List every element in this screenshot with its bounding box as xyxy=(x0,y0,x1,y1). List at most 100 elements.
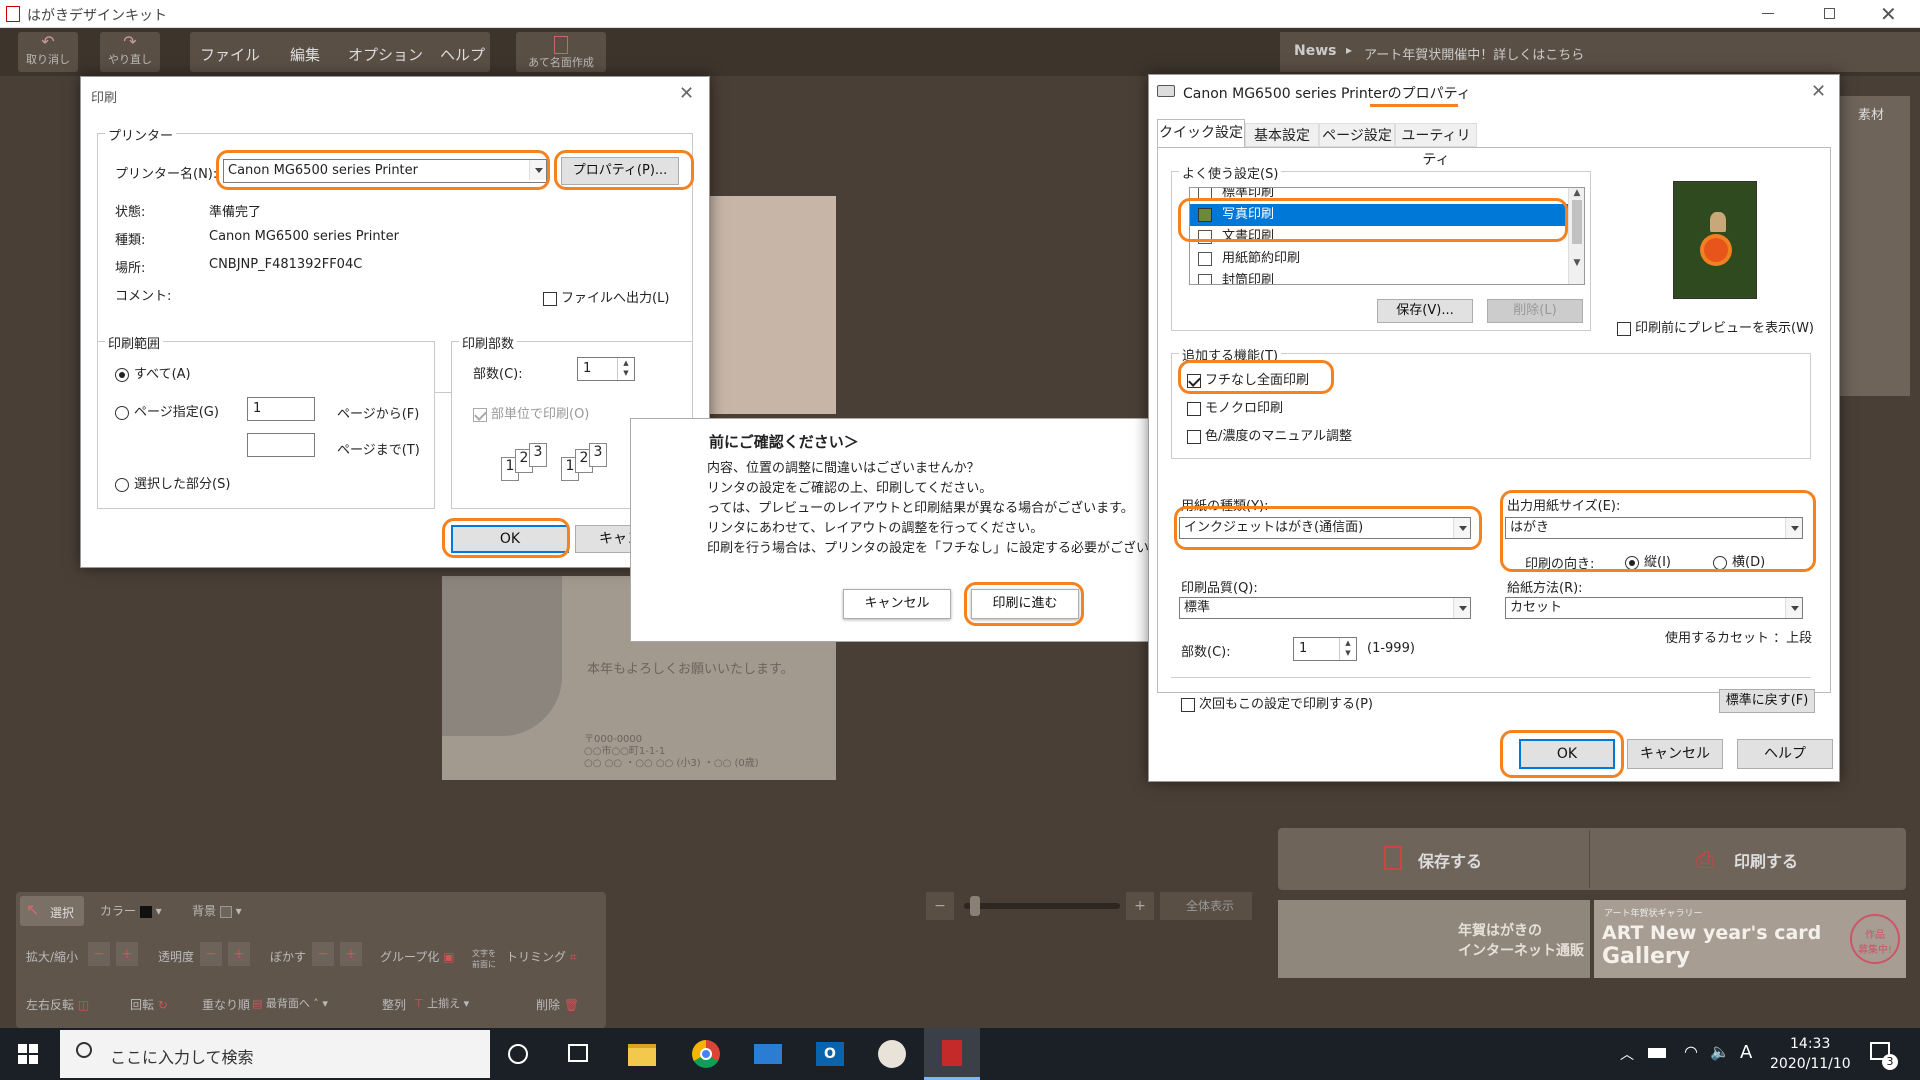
favorites-list[interactable]: 標準印刷 写真印刷 文書印刷 用紙節約印刷 封筒印刷 ▲ ▼ xyxy=(1189,187,1585,285)
scroll-down-icon[interactable]: ▼ xyxy=(1569,258,1584,268)
fit-view-button[interactable]: 全体表示 xyxy=(1160,892,1252,920)
volume-icon[interactable]: 🔈 xyxy=(1710,1042,1730,1061)
scroll-up-icon[interactable]: ▲ xyxy=(1569,188,1584,198)
tab-page-setup[interactable]: ページ設定 xyxy=(1319,123,1395,147)
delete-button[interactable]: 削除 🗑 xyxy=(536,996,579,1013)
clock-date[interactable]: 2020/11/10 xyxy=(1770,1056,1851,1072)
flip-button[interactable]: 左右反転 ◫ xyxy=(26,996,89,1013)
monochrome-checkbox[interactable]: モノクロ印刷 xyxy=(1187,397,1283,416)
paint-icon[interactable] xyxy=(878,1040,906,1068)
battery-icon[interactable] xyxy=(1648,1048,1666,1058)
range-pages-radio[interactable]: ページ指定(G) xyxy=(115,401,219,420)
tab-quick-setup[interactable]: クイック設定 xyxy=(1157,119,1245,147)
portrait-radio[interactable]: 縦(I) xyxy=(1625,551,1671,570)
props-copies-spinner[interactable]: ▲ ▼ xyxy=(1339,638,1356,660)
ok-button[interactable]: OK xyxy=(451,525,569,553)
outlook-icon[interactable]: O xyxy=(816,1042,844,1066)
color-picker[interactable]: カラー ▾ xyxy=(100,898,190,924)
zoom-out-button[interactable]: − xyxy=(926,892,954,920)
save-preset-button[interactable]: 保存(V)... xyxy=(1377,299,1473,323)
blur-plus-button[interactable]: + xyxy=(340,942,362,966)
address-side-button[interactable]: あて名面作成 xyxy=(516,32,606,72)
confirm-cancel-button[interactable]: キャンセル xyxy=(843,589,951,619)
printer-name-select[interactable]: Canon MG6500 series Printer xyxy=(223,159,547,183)
zoom-minus-button[interactable]: − xyxy=(88,942,110,966)
zoom-plus-button[interactable]: + xyxy=(116,942,138,966)
taskbar-search-box[interactable]: ここに入力して検索 xyxy=(60,1030,490,1078)
restore-defaults-button[interactable]: 標準に戻す(F) xyxy=(1719,689,1815,713)
proceed-to-print-button[interactable]: 印刷に進む xyxy=(971,589,1079,619)
range-selection-radio[interactable]: 選択した部分(S) xyxy=(115,473,230,492)
print-quality-select[interactable]: 標準 xyxy=(1179,597,1471,619)
redo-button[interactable]: ↷ やり直し xyxy=(100,32,160,72)
tab-utility[interactable]: ユーティリティ xyxy=(1395,123,1477,168)
copies-spinner[interactable]: ▲ ▼ xyxy=(617,358,634,380)
list-item[interactable]: 文書印刷 xyxy=(1190,226,1568,248)
clock-time[interactable]: 14:33 xyxy=(1790,1036,1830,1052)
select-tool-button[interactable]: ↖ 選択 xyxy=(20,896,84,926)
file-explorer-icon[interactable] xyxy=(628,1044,656,1066)
blur-minus-button[interactable]: − xyxy=(312,942,334,966)
range-to-input[interactable] xyxy=(247,433,315,457)
save-button[interactable]: 保存する xyxy=(1280,830,1590,888)
manual-color-checkbox[interactable]: 色/濃度のマニュアル調整 xyxy=(1187,425,1352,444)
trim-button[interactable]: トリミング ⌗ xyxy=(506,948,577,965)
borderless-checkbox[interactable]: フチなし全面印刷 xyxy=(1187,369,1309,388)
tray-chevron-icon[interactable]: ︿ xyxy=(1620,1044,1634,1064)
list-item[interactable]: 封筒印刷 xyxy=(1190,270,1568,284)
news-bar[interactable]: News ▸ アート年賀状開催中！詳しくはこちら xyxy=(1280,32,1920,72)
wifi-icon[interactable]: ◠ xyxy=(1684,1042,1698,1061)
menu-edit[interactable]: 編集 xyxy=(290,44,320,65)
opacity-plus-button[interactable]: + xyxy=(228,942,250,966)
opacity-minus-button[interactable]: − xyxy=(200,942,222,966)
close-icon[interactable]: ✕ xyxy=(1880,2,1897,26)
cortana-icon[interactable] xyxy=(508,1044,528,1064)
zoom-slider-handle[interactable] xyxy=(970,896,980,916)
print-to-file-checkbox[interactable]: ファイルへ出力(L) xyxy=(543,287,669,306)
list-item-selected[interactable]: 写真印刷 xyxy=(1190,204,1568,226)
tab-main[interactable]: 基本設定 xyxy=(1245,123,1319,147)
properties-dialog-close-icon[interactable]: ✕ xyxy=(1811,81,1826,102)
media-type-select[interactable]: インクジェットはがき(通信面) xyxy=(1179,517,1471,539)
material-tab[interactable]: 素材 xyxy=(1858,104,1884,123)
output-size-select[interactable]: はがき xyxy=(1505,517,1803,539)
delete-preset-button[interactable]: 削除(L) xyxy=(1487,299,1583,323)
mail-icon[interactable] xyxy=(754,1044,782,1064)
menu-file[interactable]: ファイル xyxy=(200,44,260,65)
print-button[interactable]: ⎙ 印刷する xyxy=(1592,830,1904,888)
range-all-radio[interactable]: すべて(A) xyxy=(115,363,191,382)
windows-start-icon[interactable] xyxy=(18,1044,38,1064)
scroll-thumb[interactable] xyxy=(1572,200,1582,244)
banner-shop[interactable]: 年賀はがきの インターネット通販 xyxy=(1278,900,1590,978)
rotate-button[interactable]: 回転 ↻ xyxy=(130,996,168,1013)
props-cancel-button[interactable]: キャンセル xyxy=(1627,739,1723,769)
task-view-icon[interactable] xyxy=(568,1044,588,1062)
top-align-button[interactable]: ⊤ 上揃え ▾ xyxy=(414,992,514,1016)
banner-gallery[interactable]: アート年賀状ギャラリー ART New year's card Gallery … xyxy=(1594,900,1906,978)
hagaki-app-taskbar-icon[interactable] xyxy=(924,1028,980,1080)
props-help-button[interactable]: ヘルプ xyxy=(1737,739,1833,769)
zoom-in-button[interactable]: + xyxy=(1126,892,1154,920)
print-dialog-close-icon[interactable]: ✕ xyxy=(679,83,694,104)
collate-checkbox[interactable]: 部単位で印刷(O) xyxy=(473,403,589,422)
undo-button[interactable]: ↶ 取り消し xyxy=(18,32,78,72)
preview-before-print-checkbox[interactable]: 印刷前にプレビューを表示(W) xyxy=(1617,317,1814,336)
menu-help[interactable]: ヘルプ xyxy=(440,44,485,65)
props-ok-button[interactable]: OK xyxy=(1519,739,1615,769)
properties-button[interactable]: プロパティ(P)... xyxy=(561,157,679,185)
menu-option[interactable]: オプション xyxy=(348,44,423,65)
landscape-radio[interactable]: 横(D) xyxy=(1713,551,1765,570)
favorites-scrollbar[interactable]: ▲ ▼ xyxy=(1568,188,1584,284)
restore-icon[interactable] xyxy=(1824,8,1835,19)
minimize-icon[interactable] xyxy=(1762,13,1774,14)
list-item[interactable]: 用紙節約印刷 xyxy=(1190,248,1568,270)
send-back-button[interactable]: ▤ 最背面へ ˄ ▾ xyxy=(252,992,362,1016)
list-item[interactable]: 標準印刷 xyxy=(1190,188,1568,204)
always-print-checkbox[interactable]: 次回もこの設定で印刷する(P) xyxy=(1181,693,1373,712)
range-from-input[interactable]: 1 xyxy=(247,397,315,421)
chrome-icon[interactable] xyxy=(692,1040,720,1068)
group-button[interactable]: グループ化 ▣ xyxy=(380,948,454,965)
paper-source-select[interactable]: カセット xyxy=(1505,597,1803,619)
background-picker[interactable]: 背景 ▾ xyxy=(192,898,272,924)
zoom-slider[interactable] xyxy=(964,903,1120,909)
